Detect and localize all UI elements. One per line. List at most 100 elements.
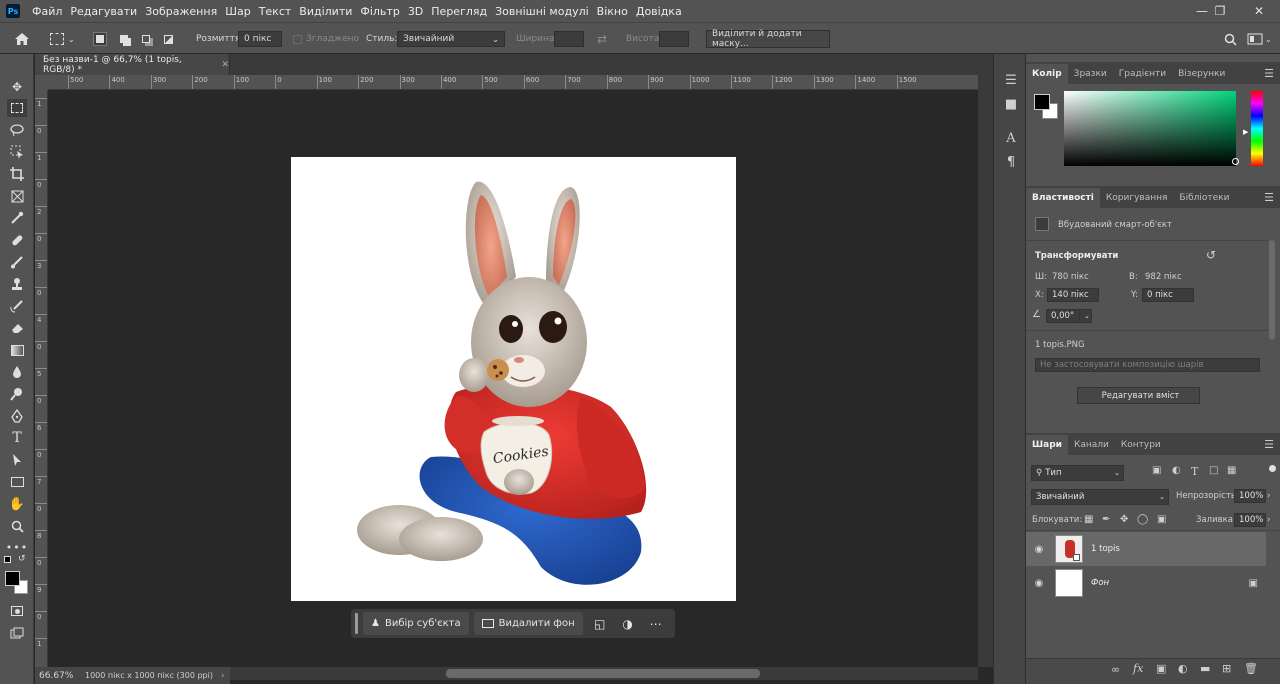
opacity-input[interactable]: 100% (1234, 489, 1266, 503)
comments-icon[interactable]: ■ (1003, 96, 1019, 112)
menu-select[interactable]: Виділити (295, 5, 356, 18)
document-tab[interactable]: Без назви-1 @ 66,7% (1 topis, RGB/8) * ✕ (35, 54, 230, 75)
menu-window[interactable]: Вікно (593, 5, 632, 18)
brush-tool-icon[interactable] (7, 253, 27, 271)
select-and-mask-button[interactable]: Виділити й додати маску... (706, 29, 830, 49)
select-subject-button[interactable]: ♟ Вибір суб'єкта (363, 612, 469, 635)
tab-color[interactable]: Колір (1026, 64, 1068, 84)
panel-menu-icon[interactable]: ☰ (1264, 191, 1274, 204)
zoom-tool-icon[interactable] (7, 517, 27, 535)
new-adjustment-icon[interactable]: ◐ (1178, 662, 1188, 675)
panel-menu-icon[interactable]: ☰ (1264, 438, 1274, 451)
tab-adjustments[interactable]: Коригування (1100, 188, 1174, 208)
add-mask-icon[interactable]: ▣ (1156, 662, 1166, 675)
blend-mode-select[interactable]: Звичайний ⌄ (1031, 489, 1169, 505)
menu-edit[interactable]: Редагувати (66, 5, 141, 18)
layer-row[interactable]: ◉ 1 topis (1026, 532, 1266, 566)
opacity-slider-icon[interactable]: › (1267, 491, 1270, 501)
width-input[interactable] (554, 31, 584, 47)
layer-style-fx-icon[interactable]: fx (1133, 662, 1143, 675)
filter-type-icon[interactable]: T (1191, 465, 1198, 478)
selection-add-icon[interactable] (117, 23, 131, 55)
dodge-tool-icon[interactable] (7, 385, 27, 403)
tab-swatches[interactable]: Зразки (1068, 64, 1113, 84)
width-value[interactable]: 780 пікс (1052, 272, 1089, 282)
color-fg-swatch[interactable] (1034, 94, 1050, 110)
panel-menu-icon[interactable]: ☰ (1264, 67, 1274, 80)
lock-transparency-icon[interactable]: ▦ (1084, 514, 1093, 525)
pen-tool-icon[interactable] (7, 407, 27, 425)
eraser-tool-icon[interactable] (7, 319, 27, 337)
filter-adjustment-icon[interactable]: ◐ (1172, 465, 1181, 476)
selection-new-icon[interactable] (93, 23, 107, 55)
menu-plugins[interactable]: Зовнішні модулі (491, 5, 593, 18)
crop-tool-icon[interactable] (7, 165, 27, 183)
antialias-checkbox[interactable]: Згладжено (293, 23, 359, 55)
reset-transform-icon[interactable]: ↺ (1206, 248, 1216, 262)
search-icon[interactable] (1224, 23, 1237, 55)
height-input[interactable] (659, 31, 689, 47)
tab-patterns[interactable]: Візерунки (1172, 64, 1231, 84)
fill-slider-icon[interactable]: › (1267, 515, 1270, 525)
default-colors-icon[interactable] (4, 556, 11, 563)
link-layers-icon[interactable]: ∞ (1111, 663, 1120, 676)
menu-file[interactable]: Файл (28, 5, 66, 18)
filter-shape-icon[interactable]: □ (1209, 465, 1218, 476)
trash-icon[interactable]: 🗑 (1244, 662, 1258, 675)
tab-channels[interactable]: Канали (1068, 435, 1115, 455)
move-tool-icon[interactable]: ✥ (7, 78, 27, 96)
menu-view[interactable]: Перегляд (427, 5, 491, 18)
restore-icon[interactable]: ❐ (1203, 0, 1237, 22)
tab-properties[interactable]: Властивості (1026, 188, 1100, 208)
eyedropper-tool-icon[interactable] (7, 209, 27, 227)
layer-name[interactable]: 1 topis (1091, 544, 1120, 554)
swap-icon[interactable]: ⇄ (597, 23, 607, 55)
screen-mode-icon[interactable] (7, 624, 27, 642)
quick-mask-icon[interactable] (7, 602, 27, 620)
visibility-eye-icon[interactable]: ◉ (1032, 578, 1046, 589)
filter-pixel-icon[interactable]: ▣ (1152, 465, 1161, 476)
tab-paths[interactable]: Контури (1115, 435, 1167, 455)
paragraph-icon[interactable]: ¶ (1003, 154, 1019, 170)
feather-input[interactable]: 0 пікс (238, 31, 282, 47)
type-tool-icon[interactable]: T (7, 429, 27, 447)
layer-name[interactable]: Фон (1091, 578, 1109, 588)
path-selection-tool-icon[interactable] (7, 451, 27, 469)
layer-row[interactable]: ◉ Фон ▣ (1026, 566, 1266, 600)
y-input[interactable]: 0 пікс (1142, 288, 1194, 302)
properties-scrollbar[interactable] (1269, 240, 1275, 340)
foreground-color-swatch[interactable] (5, 571, 20, 586)
status-menu-icon[interactable]: › (221, 671, 225, 681)
angle-dropdown-icon[interactable]: ⌄ (1079, 309, 1092, 323)
vertical-scrollbar[interactable] (978, 75, 993, 667)
hue-slider[interactable] (1251, 91, 1263, 166)
marquee-preset-icon[interactable]: ⌄ (50, 23, 75, 55)
workspace-icon[interactable]: ⌄ (1247, 23, 1272, 55)
edit-contents-button[interactable]: Редагувати вміст (1077, 387, 1200, 404)
healing-brush-tool-icon[interactable] (7, 231, 27, 249)
home-icon[interactable] (14, 23, 30, 55)
fill-input[interactable]: 100% (1234, 513, 1266, 527)
remove-background-button[interactable]: Видалити фон (473, 612, 583, 635)
lock-image-icon[interactable]: ✒ (1102, 514, 1110, 525)
new-layer-icon[interactable]: ⊞ (1222, 662, 1231, 675)
history-brush-tool-icon[interactable] (7, 297, 27, 315)
color-picker-field[interactable] (1064, 91, 1236, 166)
frame-tool-icon[interactable] (7, 187, 27, 205)
tab-gradients[interactable]: Градієнти (1113, 64, 1172, 84)
object-selection-tool-icon[interactable] (7, 143, 27, 161)
menu-3d[interactable]: 3D (404, 5, 427, 18)
lasso-tool-icon[interactable] (7, 121, 27, 139)
selection-intersect-icon[interactable] (161, 23, 175, 55)
menu-type[interactable]: Текст (255, 5, 296, 18)
layer-filter-select[interactable]: ⚲ Тип ⌄ (1031, 465, 1124, 481)
swap-colors-icon[interactable]: ↺ (18, 554, 26, 564)
horizontal-scroll-thumb[interactable] (446, 669, 760, 678)
new-group-icon[interactable]: ▬ (1200, 662, 1210, 675)
menu-layer[interactable]: Шар (221, 5, 255, 18)
lock-artboard-icon[interactable]: ◯ (1137, 514, 1148, 525)
adjustment-icon[interactable]: ◑ (617, 613, 639, 635)
tab-close-icon[interactable]: ✕ (221, 60, 229, 70)
stamp-tool-icon[interactable] (7, 275, 27, 293)
style-select[interactable]: Звичайний ⌄ (397, 31, 505, 47)
